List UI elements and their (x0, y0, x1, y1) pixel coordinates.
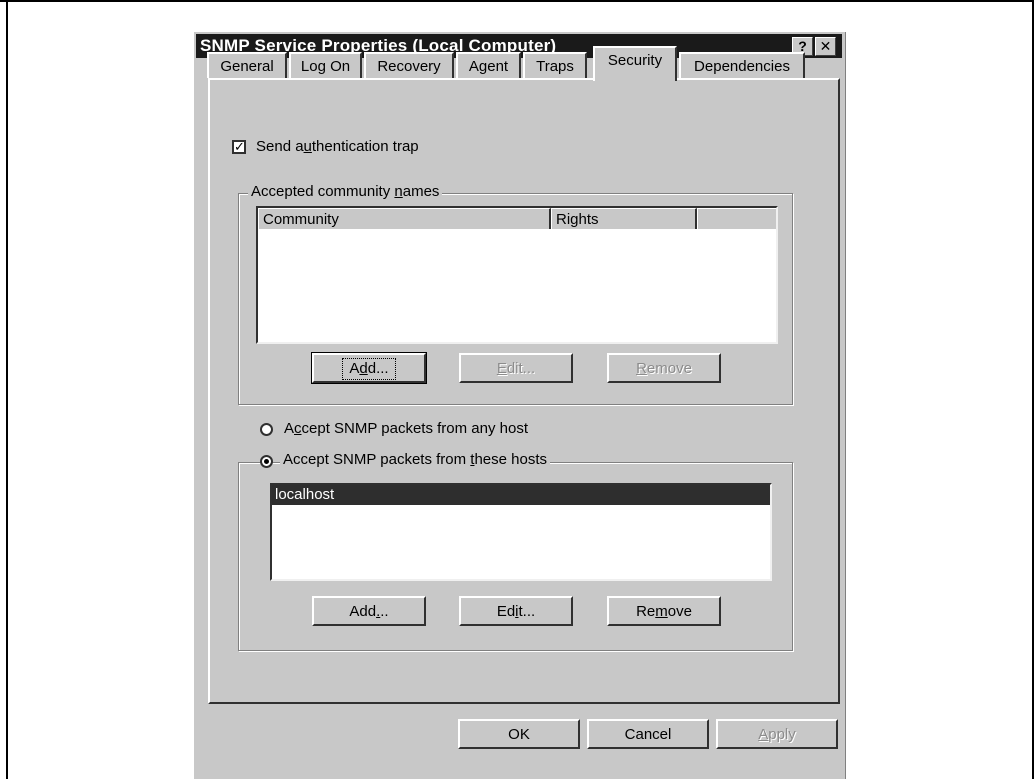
send-auth-trap-label[interactable]: Send authentication trap (256, 138, 419, 155)
accept-these-hosts-radio[interactable] (260, 455, 273, 468)
community-names-group-title: Accepted community names (248, 183, 443, 200)
column-header-rights[interactable]: Rights (551, 208, 697, 229)
tab-security[interactable]: Security (593, 46, 677, 81)
tab-general[interactable]: General (207, 52, 287, 78)
tab-dependencies[interactable]: Dependencies (679, 52, 805, 78)
hosts-list-item[interactable]: localhost (272, 485, 770, 505)
tab-log-on[interactable]: Log On (289, 52, 362, 78)
column-header-filler (697, 208, 776, 229)
tab-agent[interactable]: Agent (456, 52, 521, 78)
host-edit-button[interactable]: Edit... (459, 596, 573, 626)
apply-button[interactable]: Apply (716, 719, 838, 749)
close-icon: ✕ (819, 38, 832, 54)
community-remove-button[interactable]: Remove (607, 353, 721, 383)
send-auth-trap-checkbox[interactable]: ✓ (232, 140, 246, 154)
host-remove-button[interactable]: Remove (607, 596, 721, 626)
tab-traps[interactable]: Traps (523, 52, 587, 78)
close-button[interactable]: ✕ (815, 37, 836, 56)
community-edit-button[interactable]: Edit... (459, 353, 573, 383)
ok-button[interactable]: OK (458, 719, 580, 749)
frame-left-border (6, 2, 8, 779)
host-add-button[interactable]: Add... (312, 596, 426, 626)
column-header-community[interactable]: Community (258, 208, 551, 229)
community-list[interactable]: Community Rights (256, 206, 778, 344)
accept-any-host-radio[interactable] (260, 423, 273, 436)
community-add-button[interactable]: Add... (311, 352, 427, 384)
accept-these-hosts-label[interactable]: Accept SNMP packets from these hosts (280, 451, 551, 468)
tab-recovery[interactable]: Recovery (364, 52, 454, 78)
cancel-button[interactable]: Cancel (587, 719, 709, 749)
hosts-list[interactable]: localhost (270, 483, 772, 581)
checkmark-icon: ✓ (234, 139, 245, 154)
accept-any-host-label[interactable]: Accept SNMP packets from any host (284, 420, 528, 437)
